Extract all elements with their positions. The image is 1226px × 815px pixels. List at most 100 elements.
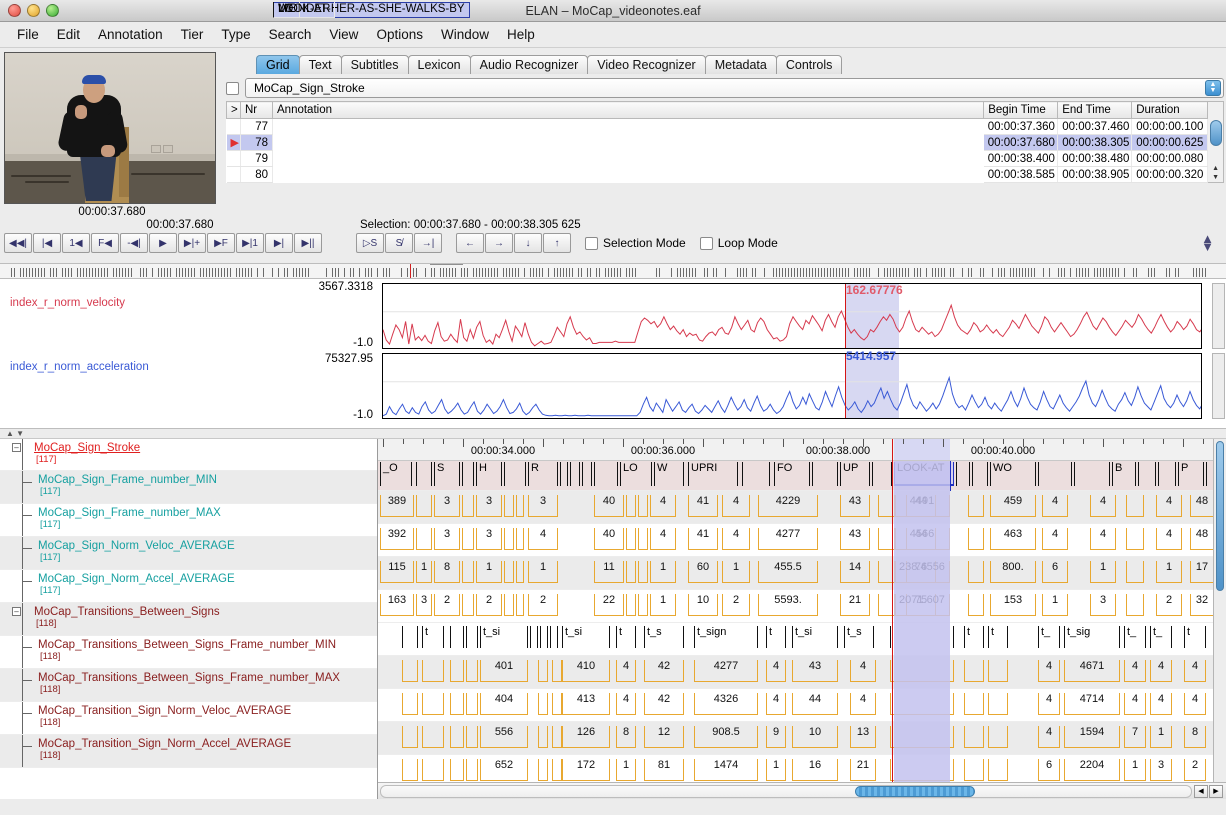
- sub-annotation-block[interactable]: [638, 528, 648, 550]
- sub-annotation-block[interactable]: 2071.607: [894, 594, 950, 616]
- annotation-block[interactable]: [872, 462, 892, 486]
- tier-name-row[interactable]: MoCap_Transitions_Between_Signs_Frame_nu…: [0, 669, 377, 702]
- tier-name-row[interactable]: – MoCap_Sign_Stroke [117]: [0, 439, 377, 471]
- playback-button-4[interactable]: -◀|: [120, 233, 148, 253]
- sub-annotation-block[interactable]: [1126, 495, 1144, 517]
- playback-button-10[interactable]: ▶||: [294, 233, 322, 253]
- sub-annotation-block[interactable]: [538, 726, 548, 748]
- playback-button-5[interactable]: ▶: [149, 233, 177, 253]
- sub-annotation-block[interactable]: [402, 660, 418, 682]
- sub-annotation-block[interactable]: 238.4556: [894, 561, 950, 583]
- scroll-up-icon[interactable]: ▲: [1212, 164, 1219, 173]
- tier-name-row[interactable]: MoCap_Transitions_Between_Signs_Frame_nu…: [0, 636, 377, 669]
- sub-annotation-block[interactable]: [516, 495, 524, 517]
- sub-annotation-block[interactable]: [466, 759, 478, 781]
- annotation-block[interactable]: W: [654, 462, 684, 486]
- tier-name-row[interactable]: – MoCap_Transitions_Between_Signs [118]: [0, 603, 377, 636]
- playback-button-1[interactable]: |◀: [33, 233, 61, 253]
- row-number[interactable]: 80: [240, 166, 273, 183]
- tab-text[interactable]: Text: [298, 55, 342, 74]
- sub-annotation-block[interactable]: 2: [528, 594, 558, 616]
- annotation-block[interactable]: t: [1184, 626, 1206, 648]
- sub-annotation-block[interactable]: 4: [1042, 528, 1068, 550]
- sub-annotation-block[interactable]: 6: [1038, 759, 1060, 781]
- annotation-block[interactable]: t_: [1038, 626, 1060, 648]
- sub-annotation-block[interactable]: 40: [594, 495, 624, 517]
- tab-controls[interactable]: Controls: [775, 55, 843, 74]
- sub-annotation-block[interactable]: 4: [616, 693, 636, 715]
- sub-annotation-block[interactable]: [890, 759, 954, 781]
- menu-item-options[interactable]: Options: [367, 25, 432, 44]
- sub-annotation-block[interactable]: 1: [650, 594, 676, 616]
- sub-annotation-block[interactable]: 9: [766, 726, 786, 748]
- sub-annotation-block[interactable]: 4: [1156, 528, 1182, 550]
- sub-annotation-block[interactable]: 4: [1038, 726, 1060, 748]
- sub-annotation-block[interactable]: [626, 561, 636, 583]
- annotation-block[interactable]: [466, 626, 478, 648]
- sub-annotation-block[interactable]: [964, 660, 984, 682]
- playback-button-0[interactable]: ◀◀|: [4, 233, 32, 253]
- sub-annotation-block[interactable]: 4: [1038, 693, 1060, 715]
- row-play-marker[interactable]: [226, 118, 241, 135]
- annotation-block[interactable]: t_: [1124, 626, 1146, 648]
- sub-annotation-block[interactable]: 2: [1156, 594, 1182, 616]
- row-number[interactable]: 77: [240, 118, 273, 135]
- sub-annotation-block[interactable]: [402, 693, 418, 715]
- scroll-left-icon[interactable]: ◀: [1194, 784, 1208, 798]
- sub-annotation-block[interactable]: 4: [1150, 660, 1172, 682]
- tier-track-panel[interactable]: 00:00:34.000 00:00:36.000 00:00:38.000 00:0…: [378, 439, 1226, 799]
- sub-annotation-block[interactable]: 4: [1184, 693, 1206, 715]
- sub-annotation-block[interactable]: [552, 759, 562, 781]
- annotation-block[interactable]: [956, 462, 970, 486]
- annotation-block[interactable]: t: [766, 626, 786, 648]
- annotation-block[interactable]: [560, 462, 568, 486]
- sub-annotation-block[interactable]: 4277: [694, 660, 758, 682]
- sub-annotation-block[interactable]: [552, 726, 562, 748]
- annotation-block[interactable]: LO: [620, 462, 652, 486]
- sub-annotation-block[interactable]: [450, 759, 464, 781]
- scrollbar-thumb[interactable]: [855, 785, 975, 797]
- tab-video-recognizer[interactable]: Video Recognizer: [587, 55, 706, 74]
- sub-annotation-block[interactable]: [968, 594, 984, 616]
- table-row[interactable]: ▶ 78 LOOK-AT-HER-AS-SHE-WALKS-BY 00:00:37.6…: [226, 2, 1209, 151]
- sub-annotation-block[interactable]: [968, 495, 984, 517]
- sub-annotation-block[interactable]: [626, 594, 636, 616]
- table-row[interactable]: 79 ME 00:00:38.400 00:00:38.480 00:00:00.080: [226, 2, 1209, 167]
- table-row[interactable]: 77ME00:00:37.36000:00:37.46000:00:00.100: [226, 2, 1209, 135]
- sub-annotation-block[interactable]: 11: [594, 561, 624, 583]
- annotation-block[interactable]: [402, 626, 418, 648]
- sub-annotation-block[interactable]: [466, 660, 478, 682]
- annotation-block[interactable]: FO: [774, 462, 810, 486]
- sub-annotation-block[interactable]: 1474: [694, 759, 758, 781]
- sub-annotation-block[interactable]: 16: [792, 759, 838, 781]
- table-row[interactable]: 80 WONDER 00:00:38.585 00:00:38.905 00:00:00…: [226, 2, 1209, 183]
- sub-annotation-block[interactable]: [626, 495, 636, 517]
- menu-item-view[interactable]: View: [320, 25, 367, 44]
- menu-item-search[interactable]: Search: [260, 25, 321, 44]
- sub-annotation-block[interactable]: 1594: [1064, 726, 1120, 748]
- sub-annotation-block[interactable]: 4: [1090, 528, 1116, 550]
- timeline-ruler[interactable]: 00:00:34.000 00:00:36.000 00:00:38.000 00:0…: [378, 439, 1226, 461]
- sub-annotation-block[interactable]: 60: [688, 561, 718, 583]
- sub-annotation-block[interactable]: 42: [644, 693, 684, 715]
- sub-annotation-block[interactable]: 4: [650, 495, 676, 517]
- begin-time[interactable]: 00:00:37.360: [983, 118, 1059, 135]
- begin-time[interactable]: 00:00:37.680: [983, 134, 1059, 151]
- sub-annotation-block[interactable]: [968, 528, 984, 550]
- annotation-block[interactable]: t_s: [644, 626, 684, 648]
- signal-vertical-scrollbar[interactable]: [1212, 353, 1225, 419]
- sub-annotation-block[interactable]: 43: [840, 495, 870, 517]
- sub-annotation-block[interactable]: 21: [850, 759, 876, 781]
- sub-annotation-block[interactable]: 43: [840, 528, 870, 550]
- annotation-block[interactable]: t_sign: [694, 626, 758, 648]
- sub-annotation-block[interactable]: 413: [562, 693, 610, 715]
- begin-time[interactable]: 00:00:38.400: [983, 150, 1059, 167]
- sub-annotation-block[interactable]: 12: [644, 726, 684, 748]
- annotation-block[interactable]: R: [528, 462, 558, 486]
- sub-annotation-block[interactable]: 1: [416, 561, 432, 583]
- sub-annotation-block[interactable]: [890, 693, 954, 715]
- tier-selector-checkbox[interactable]: [226, 81, 239, 95]
- sub-annotation-block[interactable]: [638, 594, 648, 616]
- tier-label[interactable]: MoCap_Sign_Frame_number_MAX: [38, 507, 221, 519]
- nav-button-3[interactable]: ↑: [543, 233, 571, 253]
